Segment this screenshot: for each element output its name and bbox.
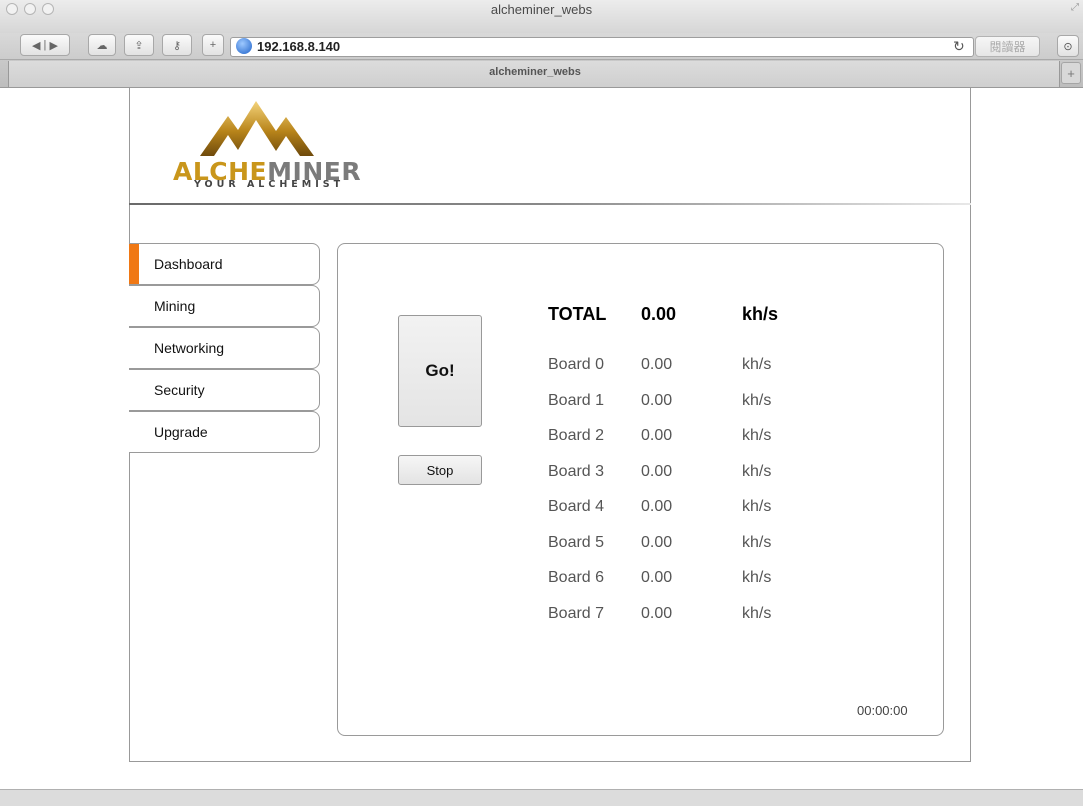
sidebar-item-mining[interactable]: Mining: [129, 285, 320, 327]
globe-icon: [236, 38, 252, 54]
board-row: Board 3 0.00 kh/s: [548, 463, 808, 487]
sidebar-item-upgrade[interactable]: Upgrade: [129, 411, 320, 453]
new-tab-button[interactable]: +: [1061, 62, 1081, 84]
board-label: Board 5: [548, 534, 605, 551]
board-row: Board 2 0.00 kh/s: [548, 427, 808, 451]
reload-icon[interactable]: ↻: [953, 38, 965, 55]
brand-tagline: YOUR ALCHEMIST: [194, 179, 345, 190]
forward-icon[interactable]: ▶: [49, 39, 57, 52]
fullscreen-icon[interactable]: ⤢: [1071, 2, 1079, 13]
board-value: 0.00: [641, 498, 673, 515]
board-row: Board 4 0.00 kh/s: [548, 498, 808, 522]
board-value: 0.00: [641, 534, 673, 551]
url-text[interactable]: 192.168.8.140: [257, 39, 340, 54]
key-icon: ⚷: [172, 39, 182, 52]
board-unit: kh/s: [742, 463, 772, 480]
icloud-button[interactable]: ☁: [88, 34, 116, 56]
total-value: 0.00: [641, 304, 677, 324]
share-button[interactable]: ⇪: [124, 34, 154, 56]
board-row: Board 7 0.00 kh/s: [548, 605, 808, 629]
board-unit: kh/s: [742, 498, 772, 515]
board-unit: kh/s: [742, 605, 772, 622]
address-bar[interactable]: [230, 37, 974, 57]
sidebar-item-security[interactable]: Security: [129, 369, 320, 411]
board-label: Board 4: [548, 498, 605, 515]
sidebar-item-label: Security: [154, 382, 205, 398]
downloads-button[interactable]: ⊙: [1057, 35, 1079, 57]
board-unit: kh/s: [742, 427, 772, 444]
board-label: Board 7: [548, 605, 605, 622]
header-divider: [129, 203, 971, 205]
tab-active[interactable]: alcheminer_webs: [8, 61, 1060, 87]
go-button[interactable]: Go!: [398, 315, 482, 427]
stop-button[interactable]: Stop: [398, 455, 482, 485]
board-row: Board 6 0.00 kh/s: [548, 569, 808, 593]
share-icon: ⇪: [134, 39, 144, 52]
board-value: 0.00: [641, 569, 673, 586]
total-unit: kh/s: [742, 304, 779, 324]
tab-title: alcheminer_webs: [489, 66, 581, 78]
reader-button[interactable]: 閱讀器: [975, 36, 1040, 57]
add-bookmark-button[interactable]: +: [202, 34, 224, 56]
board-label: Board 6: [548, 569, 605, 586]
board-label: Board 0: [548, 356, 605, 373]
board-unit: kh/s: [742, 569, 772, 586]
cloud-icon: ☁: [96, 39, 108, 52]
back-forward-buttons[interactable]: ◀ | ▶: [20, 34, 70, 56]
total-label: TOTAL: [548, 304, 607, 324]
sidebar-item-label: Networking: [154, 340, 225, 356]
total-hashrate-row: TOTAL 0.00 kh/s: [548, 304, 808, 328]
status-bar: [0, 789, 1083, 806]
board-row: Board 5 0.00 kh/s: [548, 534, 808, 558]
board-row: Board 0 0.00 kh/s: [548, 356, 808, 380]
board-unit: kh/s: [742, 356, 772, 373]
board-value: 0.00: [641, 463, 673, 480]
board-unit: kh/s: [742, 392, 772, 409]
sidebar-item-label: Upgrade: [154, 424, 208, 440]
passwords-button[interactable]: ⚷: [162, 34, 192, 56]
plus-icon: +: [209, 39, 217, 51]
board-label: Board 2: [548, 427, 605, 444]
board-value: 0.00: [641, 605, 673, 622]
sidebar-item-label: Mining: [154, 298, 196, 314]
board-label: Board 1: [548, 392, 605, 409]
board-value: 0.00: [641, 392, 673, 409]
board-value: 0.00: [641, 356, 673, 373]
back-icon[interactable]: ◀: [32, 39, 40, 52]
uptime-timer: 00:00:00: [857, 703, 908, 718]
window-title: alcheminer_webs: [490, 2, 593, 17]
board-row: Board 1 0.00 kh/s: [548, 392, 808, 416]
board-value: 0.00: [641, 427, 673, 444]
board-label: Board 3: [548, 463, 605, 480]
sidebar-item-dashboard[interactable]: Dashboard: [129, 243, 320, 285]
board-unit: kh/s: [742, 534, 772, 551]
download-icon: ⊙: [1063, 40, 1073, 53]
sidebar-item-networking[interactable]: Networking: [129, 327, 320, 369]
sidebar-item-label: Dashboard: [154, 256, 223, 272]
